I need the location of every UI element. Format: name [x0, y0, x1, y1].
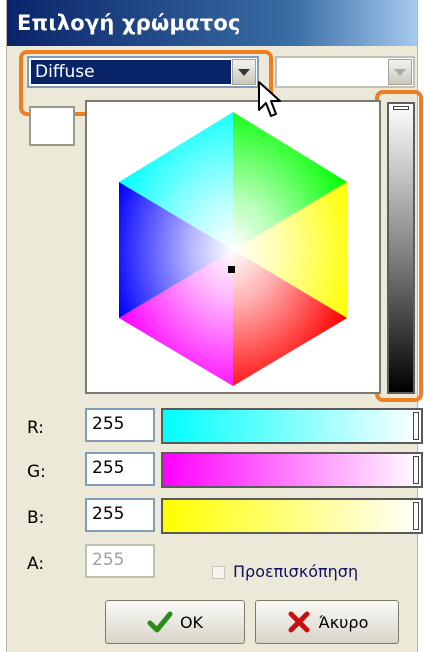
dialog-title: Επιλογή χρώματος [7, 0, 417, 46]
preview-label[interactable]: Προεπισκόπηση [233, 562, 358, 581]
color-picker-dialog: Επιλογή χρώματος Diffuse R: 255 G: 255 B… [6, 0, 423, 652]
color-cursor-marker [228, 266, 235, 273]
chevron-down-icon [394, 68, 406, 76]
preview-checkbox[interactable] [212, 566, 225, 579]
red-label: R: [27, 418, 45, 438]
alpha-value-field: 255 [85, 544, 155, 578]
secondary-select-dropdown-button[interactable] [388, 59, 412, 85]
brightness-slider-thumb[interactable] [393, 106, 409, 110]
cancel-button-label: Άκυρο [318, 612, 369, 632]
cross-icon [288, 611, 310, 633]
green-slider-thumb[interactable] [413, 456, 419, 484]
red-value-field[interactable]: 255 [85, 408, 155, 442]
color-hexagon-area[interactable] [85, 100, 381, 394]
mouse-pointer-icon [258, 81, 281, 117]
secondary-select[interactable] [275, 56, 415, 88]
alpha-label: A: [27, 554, 45, 574]
current-color-swatch [29, 106, 75, 146]
ok-button[interactable]: OK [105, 600, 245, 644]
checkmark-icon [147, 611, 173, 633]
blue-gradient-slider[interactable] [161, 498, 423, 534]
green-value-field[interactable]: 255 [85, 452, 155, 486]
green-gradient-slider[interactable] [161, 452, 423, 488]
brightness-slider[interactable] [387, 102, 415, 394]
material-select[interactable]: Diffuse [27, 56, 259, 88]
cancel-button[interactable]: Άκυρο [255, 600, 399, 644]
secondary-select-value [279, 60, 387, 84]
blue-label: B: [27, 508, 45, 528]
red-slider-thumb[interactable] [413, 412, 419, 440]
chevron-down-icon [238, 68, 250, 76]
ok-button-label: OK [179, 612, 204, 632]
blue-value-field[interactable]: 255 [85, 498, 155, 532]
material-select-value: Diffuse [31, 60, 231, 84]
blue-slider-thumb[interactable] [413, 502, 419, 530]
material-select-dropdown-button[interactable] [232, 59, 256, 85]
color-hexagon[interactable] [87, 102, 379, 392]
red-gradient-slider[interactable] [161, 408, 423, 444]
green-label: G: [27, 462, 46, 482]
